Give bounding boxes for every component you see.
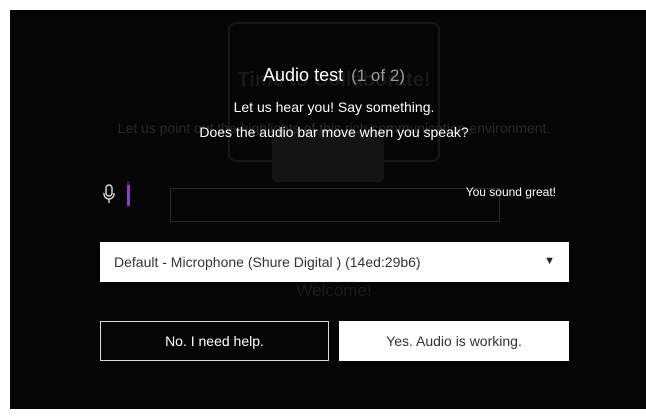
audio-level-fill — [127, 184, 130, 206]
audio-status: You sound great! — [465, 185, 556, 199]
microphone-icon — [103, 184, 115, 203]
microphone-select[interactable]: Default - Microphone (Shure Digital ) (1… — [100, 242, 569, 282]
dialog-question: Does the audio bar move when you speak? — [199, 124, 469, 140]
dialog-title: Audio test (1 of 2) — [10, 65, 646, 86]
audio-working-button[interactable]: Yes. Audio is working. — [339, 321, 569, 361]
caret-down-icon: ▼ — [544, 255, 555, 267]
background-welcome: Welcome! — [296, 281, 372, 300]
dialog-prompt: Let us hear you! Say something. — [233, 99, 435, 115]
microphone-select-value: Default - Microphone (Shure Digital ) (1… — [114, 254, 421, 270]
step-counter: (1 of 2) — [351, 66, 405, 85]
background-box — [170, 188, 500, 222]
dialog-title-text: Audio test — [263, 65, 344, 85]
need-help-button[interactable]: No. I need help. — [100, 321, 329, 361]
audio-level-bar — [127, 181, 130, 206]
modal-overlay: Time to Collaborate! Let us point out th… — [10, 10, 646, 409]
